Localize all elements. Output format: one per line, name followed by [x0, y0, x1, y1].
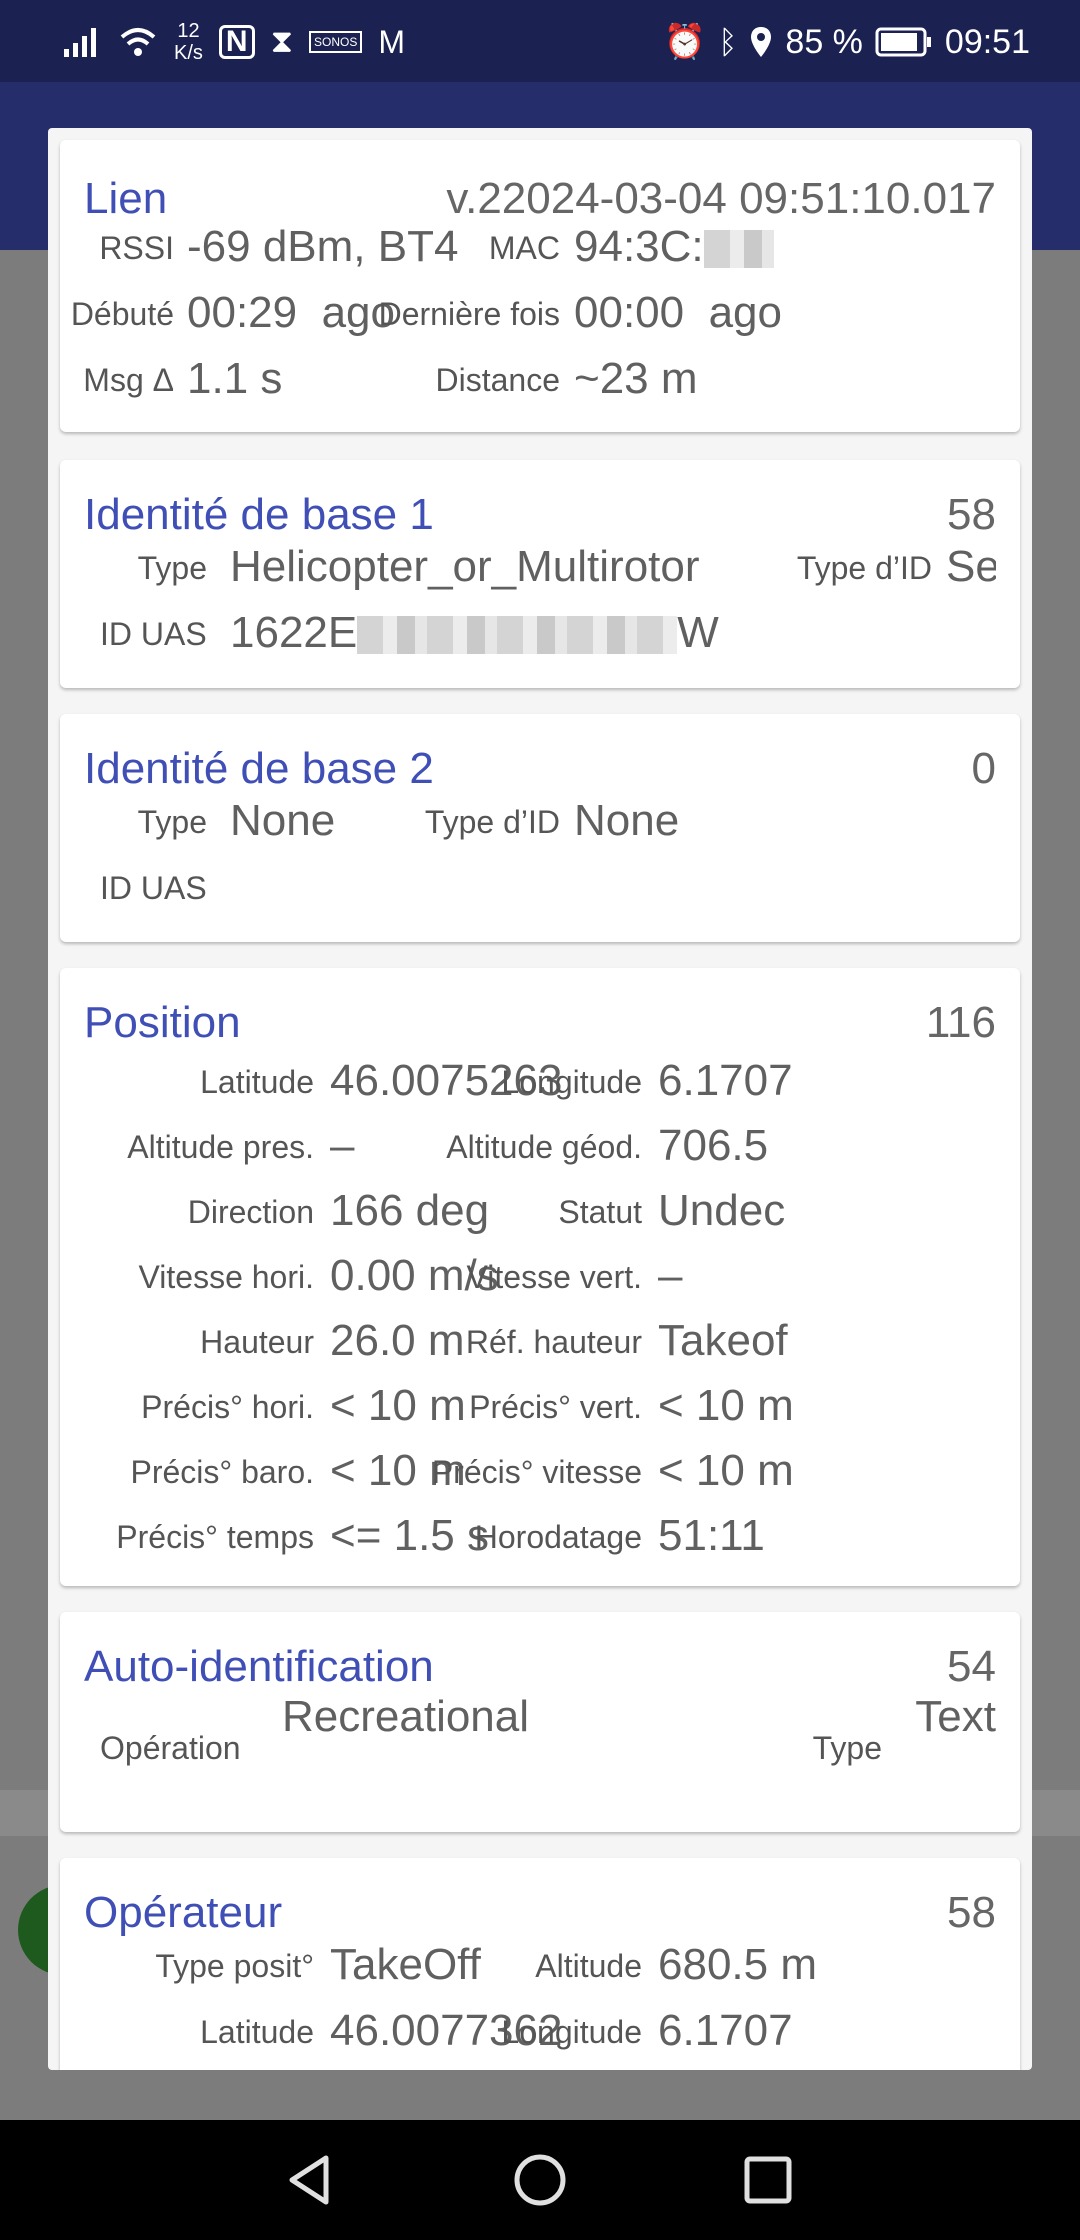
hourglass-icon: ⧗ [270, 23, 294, 59]
operator-altitude-label: Altitude [535, 1948, 642, 1984]
self-id-card: Auto-identification 54 Opération Recreat… [60, 1612, 1020, 1832]
basic-id-2-card: Identité de base 2 0 Type None Type d’ID… [60, 714, 1020, 942]
id-type-label: Type d’ID [424, 804, 560, 840]
position-value-right: < 10 m [658, 1446, 794, 1495]
position-value-right: 6.1707 [658, 1056, 793, 1105]
position-label-right: Réf. hauteur [465, 1324, 642, 1360]
card-title: Identité de base 2 [84, 744, 434, 793]
wifi-icon [120, 28, 156, 56]
position-value-right: < 10 m [658, 1381, 794, 1430]
basic-id-1-card: Identité de base 1 58 Type Helicopter_or… [60, 460, 1020, 688]
operator-latitude-label: Latitude [200, 2014, 314, 2050]
position-label-left: Vitesse hori. [138, 1259, 315, 1295]
card-title: Lien [84, 174, 168, 223]
position-value-right: 706.5 [658, 1121, 769, 1170]
position-type-label: Type posit° [155, 1948, 314, 1984]
started-label: Débuté [70, 296, 174, 332]
started-value: 00:29 ago [187, 288, 395, 337]
position-label-left: Hauteur [200, 1324, 314, 1360]
id-type-value: Se [946, 542, 996, 591]
back-triangle-icon [289, 2155, 329, 2205]
message-count: 58 [947, 1888, 996, 1937]
position-label-left: Altitude pres. [127, 1129, 314, 1165]
message-count: 116 [925, 998, 996, 1047]
message-count: 58 [947, 490, 996, 539]
sonos-icon: SONOS [309, 31, 363, 53]
position-label-left: Latitude [200, 1064, 314, 1100]
position-label-left: Précis° baro. [130, 1454, 314, 1490]
network-speed: 12 K/s [174, 20, 203, 64]
position-label-left: Précis° hori. [141, 1389, 314, 1425]
distance-value: ~23 m [574, 354, 698, 403]
rssi-label: RSSI [99, 230, 174, 266]
operation-value: Recreational [282, 1692, 530, 1741]
battery-icon [875, 27, 931, 57]
signal-bars-icon [64, 28, 96, 57]
mac-label: MAC [488, 230, 560, 266]
position-label-left: Direction [187, 1194, 314, 1230]
rssi-value: -69 dBm, BT4 [187, 222, 459, 271]
battery-percent: 85 % [785, 22, 863, 61]
type-label: Type [137, 804, 207, 840]
type-value: None [230, 796, 336, 845]
home-circle-icon [514, 2154, 566, 2206]
home-button[interactable] [508, 2148, 572, 2212]
type-label: Type [137, 550, 207, 586]
position-value-right: Takeof [658, 1316, 788, 1365]
position-label-right: Longitude [501, 1064, 642, 1100]
operator-longitude-label: Longitude [501, 2014, 642, 2050]
status-bar: 12 K/s N ⧗ SONOS M ⏰ ᛒ 85 % 09:51 [0, 0, 1080, 82]
operator-card: Opérateur 58 Type posit° TakeOff Altitud… [60, 1858, 1020, 2070]
position-label-right: Horodatage [474, 1519, 642, 1555]
msg-delta-label: Msg Δ [83, 362, 174, 398]
card-title: Position [84, 998, 241, 1047]
recents-button[interactable] [736, 2148, 800, 2212]
operation-label: Opération [100, 1730, 241, 1766]
back-button[interactable] [278, 2148, 342, 2212]
position-type-value: TakeOff [330, 1940, 481, 1989]
system-nav-bar [0, 2120, 1080, 2240]
message-count: 0 [971, 744, 996, 793]
uas-id-label: ID UAS [100, 870, 207, 906]
mac-value: 94:3C: [574, 222, 996, 272]
drone-detail-dialog[interactable]: Lien v.22024-03-04 09:51:10.017 RSSI -69… [48, 128, 1032, 2070]
link-card: Lien v.22024-03-04 09:51:10.017 RSSI -69… [60, 140, 1020, 432]
card-title: Auto-identification [84, 1642, 434, 1691]
type-value: Helicopter_or_Multirotor [230, 542, 700, 591]
self-id-type-label: Type [812, 1730, 882, 1766]
alarm-icon: ⏰ [663, 23, 707, 61]
bluetooth-icon: ᛒ [718, 23, 738, 60]
message-count: 54 [947, 1642, 996, 1691]
last-seen-value: 00:00 ago [574, 288, 782, 337]
position-value-right: 51:11 [658, 1511, 765, 1560]
recents-square-icon [744, 2156, 792, 2204]
clock: 09:51 [944, 22, 1030, 61]
id-type-label: Type d’ID [796, 550, 932, 586]
gmail-icon: M [378, 23, 406, 60]
card-title: Identité de base 1 [84, 490, 434, 539]
version-timestamp: v.22024-03-04 09:51:10.017 [446, 174, 996, 223]
location-icon [751, 27, 772, 57]
self-id-type-value: Text [915, 1692, 996, 1741]
uas-id-label: ID UAS [100, 616, 207, 652]
uas-id-value: 1622E W [230, 608, 719, 657]
position-label-right: Vitesse vert. [466, 1259, 642, 1295]
msg-delta-value: 1.1 s [187, 354, 283, 403]
position-value-right: – [658, 1251, 683, 1300]
position-value-right: Undec [658, 1186, 786, 1235]
id-type-value: None [574, 796, 680, 845]
nfc-icon: N [218, 25, 255, 59]
distance-label: Distance [435, 362, 561, 398]
position-label-right: Précis° vitesse [431, 1454, 642, 1490]
position-label-right: Précis° vert. [469, 1389, 642, 1425]
position-card: Position 116 Latitude 46.0075263 Longitude… [60, 968, 1020, 1586]
operator-altitude-value: 680.5 m [658, 1940, 817, 1989]
card-title: Opérateur [84, 1888, 283, 1937]
position-label-left: Précis° temps [116, 1519, 314, 1555]
operator-longitude-value: 6.1707 [658, 2006, 793, 2055]
position-label-right: Statut [558, 1194, 642, 1230]
position-label-right: Altitude géod. [446, 1129, 642, 1165]
last-seen-label: Dernière fois [378, 296, 560, 332]
